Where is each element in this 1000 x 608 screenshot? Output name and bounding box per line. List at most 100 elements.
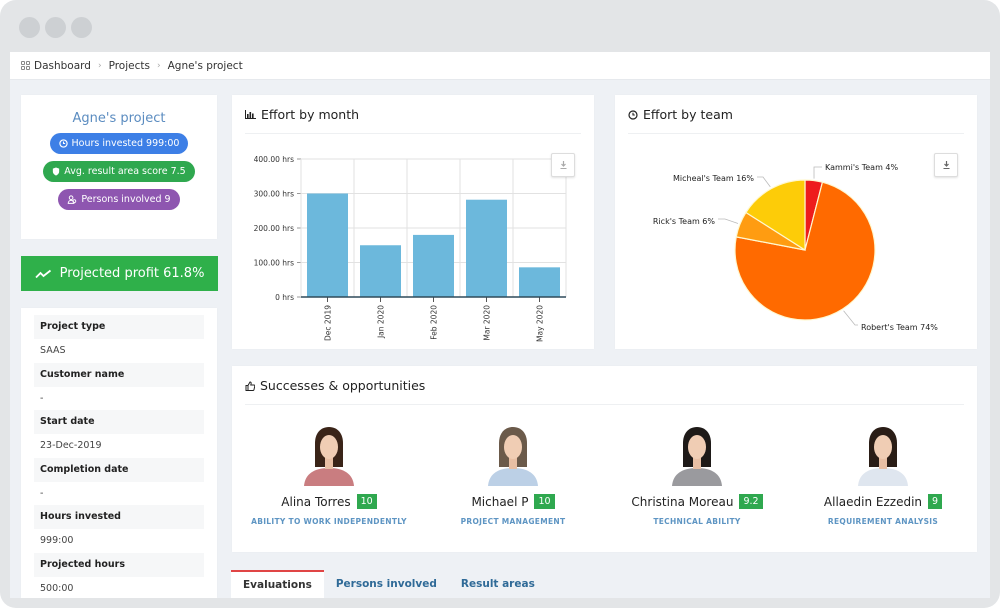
persons-icon — [68, 195, 77, 204]
person-score-badge: 9 — [928, 494, 943, 509]
person-skill[interactable]: ABILITY TO WORK INDEPENDENTLY — [239, 517, 419, 526]
pie-leader-line — [843, 310, 858, 326]
download-chart-button[interactable] — [934, 153, 958, 177]
person-name[interactable]: Christina Moreau — [631, 495, 733, 509]
window-minimize-dot[interactable] — [45, 17, 66, 38]
x-tick-label: Jan 2020 — [377, 305, 386, 339]
detail-label: Completion date — [34, 457, 204, 482]
effort-by-month-card: Effort by month 0 hrs 100.00 hrs 200.00 hr… — [232, 95, 594, 349]
download-icon — [943, 161, 949, 169]
successes-title: Successes & opportunities — [245, 378, 425, 393]
projected-profit-banner: Projected profit 61.8% — [21, 256, 218, 291]
person-score-badge: 9.2 — [739, 494, 763, 509]
x-tick-label: Feb 2020 — [430, 305, 439, 340]
person-name[interactable]: Michael P — [471, 495, 528, 509]
person-card[interactable]: Christina Moreau 9.2 TECHNICAL ABILITY — [607, 421, 787, 526]
detail-value: 500:00 — [40, 582, 74, 594]
download-chart-button[interactable] — [551, 153, 575, 177]
avg-score-badge: Avg. result area score 7.5 — [43, 161, 195, 182]
detail-value: SAAS — [40, 345, 66, 356]
hours-invested-badge: Hours invested 999:00 — [49, 133, 189, 154]
hours-invested-label: Hours invested 999:00 — [71, 138, 180, 149]
detail-label: Hours invested — [34, 505, 204, 529]
person-score-badge: 10 — [356, 494, 377, 509]
persons-involved-label: Persons involved 9 — [81, 194, 171, 205]
bar — [360, 245, 401, 297]
person-card[interactable]: Alina Torres 10 ABILITY TO WORK INDEPENDEN… — [239, 421, 419, 526]
app-window: Dashboard › Projects › Agne's project Ag… — [0, 0, 1000, 608]
y-tick-label: 300.00 hrs — [254, 190, 294, 199]
tab-evaluations[interactable]: Evaluations — [231, 570, 324, 598]
clock-icon — [58, 139, 68, 148]
person-avatar — [482, 421, 544, 486]
successes-card: Successes & opportunities Alina Torres 10… — [232, 366, 977, 552]
persons-involved-badge: Persons involved 9 — [58, 189, 180, 210]
person-name[interactable]: Alina Torres — [281, 495, 350, 509]
window-controls — [19, 17, 92, 38]
bar — [307, 193, 348, 297]
y-tick-label: 0 hrs — [275, 293, 294, 302]
person-card[interactable]: Allaedin Ezzedin 9 REQUIREMENT ANALYSIS — [793, 421, 973, 526]
x-tick-label: Mar 2020 — [483, 305, 492, 341]
person-skill[interactable]: PROJECT MANAGEMENT — [423, 517, 603, 526]
pie-leader-line — [813, 166, 822, 179]
effort-by-team-card: Effort by team Kammi's Team 4% Robert's T… — [615, 95, 977, 349]
tab-result-areas[interactable]: Result areas — [449, 570, 547, 598]
pie-label: Robert's Team 74% — [861, 323, 938, 332]
person-name[interactable]: Allaedin Ezzedin — [824, 495, 922, 509]
thumbs-up-icon — [245, 380, 255, 391]
pie-leader-line — [757, 176, 771, 188]
pie-label: Kammi's Team 4% — [825, 163, 899, 172]
project-tabs: Evaluations Persons involved Result area… — [231, 570, 547, 598]
person-skill[interactable]: TECHNICAL ABILITY — [607, 517, 787, 526]
person-avatar — [666, 421, 728, 486]
person-avatar — [298, 421, 360, 486]
bar — [466, 199, 507, 297]
x-tick-label: May 2020 — [536, 305, 545, 342]
person-avatar — [852, 421, 914, 486]
pie-label: Micheal's Team 16% — [673, 174, 754, 183]
trend-line-icon — [34, 269, 51, 278]
y-tick-label: 200.00 hrs — [254, 224, 294, 233]
dashboard-screen: Dashboard › Projects › Agne's project Ag… — [10, 52, 990, 598]
divider — [245, 404, 964, 405]
dashboard-grid-icon — [21, 60, 31, 71]
person-skill[interactable]: REQUIREMENT ANALYSIS — [793, 517, 973, 526]
pie-label: Rick's Team 6% — [653, 217, 716, 226]
breadcrumb-projects[interactable]: Projects — [109, 60, 150, 72]
shield-icon — [53, 167, 60, 176]
detail-value: 23-Dec-2019 — [40, 440, 102, 451]
project-details-card: Project type SAAS Customer name - Start … — [21, 308, 217, 598]
y-tick-label: 100.00 hrs — [254, 259, 294, 268]
project-title: Agne's project — [72, 111, 166, 126]
breadcrumb-current: Agne's project — [167, 59, 243, 72]
tab-persons-involved[interactable]: Persons involved — [324, 570, 449, 598]
bar — [413, 234, 454, 297]
breadcrumb-separator: › — [97, 60, 102, 71]
detail-label: Projected hours — [34, 552, 204, 577]
avg-score-label: Avg. result area score 7.5 — [64, 166, 186, 177]
pie-leader-line — [718, 218, 739, 224]
effort-by-team-chart: Kammi's Team 4% Robert's Team 74% Rick's T… — [653, 163, 938, 332]
x-tick-label: Dec 2019 — [324, 305, 333, 341]
detail-value: 999:00 — [40, 535, 74, 546]
detail-value: - — [40, 487, 44, 499]
successes-title-text: Successes & opportunities — [260, 378, 426, 393]
effort-by-month-chart: 0 hrs 100.00 hrs 200.00 hrs 300.00 hrs 400.0… — [254, 155, 567, 342]
breadcrumb-dashboard[interactable]: Dashboard — [34, 60, 91, 72]
detail-label: Project type — [34, 315, 204, 339]
detail-label: Start date — [34, 410, 204, 434]
breadcrumb-separator: › — [156, 60, 161, 71]
window-maximize-dot[interactable] — [71, 17, 92, 38]
person-card[interactable]: Michael P 10 PROJECT MANAGEMENT — [423, 421, 603, 526]
person-score-badge: 10 — [534, 494, 555, 509]
y-tick-label: 400.00 hrs — [254, 155, 294, 164]
window-close-dot[interactable] — [19, 17, 40, 38]
breadcrumb: Dashboard › Projects › Agne's project — [10, 52, 990, 80]
projected-profit-label: Projected profit 61.8% — [59, 266, 205, 281]
download-icon — [560, 161, 566, 169]
detail-value: - — [40, 392, 44, 404]
project-summary-card: Agne's project Hours invested 999:00 Avg… — [21, 95, 217, 239]
bar — [519, 267, 560, 297]
detail-label: Customer name — [34, 362, 204, 387]
